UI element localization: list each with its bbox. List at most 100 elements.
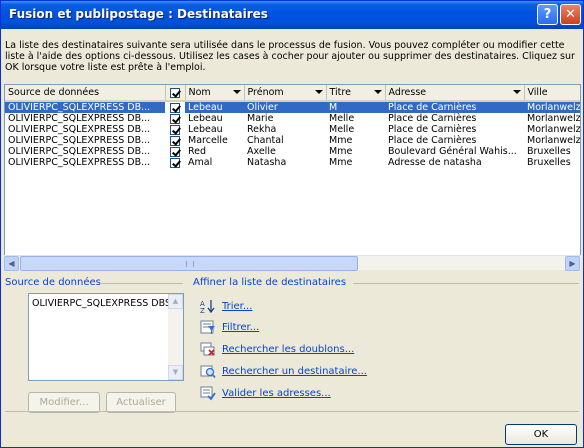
find-recipient-link[interactable]: Rechercher un destinataire... (200, 363, 367, 379)
scroll-down-button[interactable]: ▼ (168, 365, 183, 380)
scroll-right-button[interactable]: ▶ (565, 256, 580, 271)
filter-link[interactable]: Filtrer... (200, 319, 259, 335)
cell-titre: Melle (329, 113, 355, 124)
column-header-prenom[interactable]: Prénom (244, 85, 327, 102)
cell-include[interactable] (165, 124, 185, 135)
validate-addresses-link-label[interactable]: Valider les adresses... (222, 388, 331, 399)
cell-prenom: Rekha (247, 124, 277, 135)
cell-ville: Morlanwelz (527, 113, 581, 124)
cell-ville: Morlanwelz (527, 124, 581, 135)
divider (101, 283, 183, 284)
title-bar[interactable]: Fusion et publipostage : Destinataires ?… (1, 1, 583, 29)
cell-source: OLIVIERPC_SQLEXPRESS DB... (8, 113, 151, 124)
row-checkbox[interactable] (170, 135, 180, 146)
dialog-title: Fusion et publipostage : Destinataires (9, 7, 268, 21)
cell-prenom: Marie (247, 113, 274, 124)
cell-adresse: Place de Carnières (388, 124, 477, 135)
close-icon: ✕ (565, 7, 576, 22)
vertical-scrollbar[interactable]: ▲ ▼ (168, 294, 183, 380)
sort-az-icon: A Z (200, 300, 215, 314)
duplicates-icon (200, 342, 215, 356)
cell-nom: Lebeau (185, 101, 244, 113)
dialog-window: Fusion et publipostage : Destinataires ?… (0, 0, 584, 448)
scroll-left-button[interactable]: ◀ (4, 256, 19, 271)
row-checkbox[interactable] (170, 124, 180, 135)
row-checkbox[interactable] (170, 102, 180, 113)
datasource-list[interactable]: OLIVIERPC_SQLEXPRESS DBSCIENCE ▲ ▼ (28, 293, 184, 381)
table-row[interactable]: OLIVIERPC_SQLEXPRESS DB... Amal Natasha … (5, 157, 580, 168)
cell-include[interactable] (165, 146, 185, 157)
cell-include[interactable] (165, 101, 185, 113)
cell-titre: Mme (329, 146, 353, 157)
column-header-checkbox[interactable] (165, 85, 186, 102)
cell-source: OLIVIERPC_SQLEXPRESS DB... (8, 135, 151, 146)
cell-source: OLIVIERPC_SQLEXPRESS DB... (8, 124, 151, 135)
table-row[interactable]: OLIVIERPC_SQLEXPRESS DB... Lebeau Olivie… (5, 101, 580, 113)
find-duplicates-link[interactable]: Rechercher les doublons... (200, 341, 354, 357)
cell-include[interactable] (165, 135, 185, 146)
modify-button[interactable]: Modifier... (28, 392, 100, 413)
cell-nom: Marcelle (188, 135, 228, 146)
divider (5, 411, 579, 412)
select-all-checkbox[interactable] (170, 87, 180, 98)
sort-link[interactable]: A Z Trier... (200, 298, 252, 314)
validate-addresses-link[interactable]: Valider les adresses... (200, 385, 331, 401)
cell-adresse: Place de Carnières (385, 101, 524, 113)
column-header-source[interactable]: Source de données (5, 85, 166, 102)
filter-link-label[interactable]: Filtrer... (222, 322, 259, 333)
find-duplicates-link-label[interactable]: Rechercher les doublons... (222, 344, 354, 355)
table-row[interactable]: OLIVIERPC_SQLEXPRESS DB... Marcelle Chan… (5, 135, 580, 146)
cell-prenom: Chantal (247, 135, 284, 146)
sort-link-label[interactable]: Trier... (222, 301, 252, 312)
row-checkbox[interactable] (170, 157, 180, 168)
refine-section-label: Affiner la liste de destinataires (193, 277, 347, 288)
cell-titre: M (326, 101, 385, 113)
cell-prenom: Axelle (247, 146, 276, 157)
column-header-nom[interactable]: Nom (185, 85, 245, 102)
cell-nom: Lebeau (188, 124, 223, 135)
close-button[interactable]: ✕ (560, 4, 581, 25)
ok-button[interactable]: OK (505, 424, 577, 445)
cell-source: OLIVIERPC_SQLEXPRESS DB... (8, 157, 151, 168)
scroll-up-button[interactable]: ▲ (168, 294, 183, 309)
validate-addresses-icon (200, 386, 216, 401)
row-checkbox[interactable] (170, 146, 180, 157)
refresh-button[interactable]: Actualiser (106, 392, 176, 413)
table-row[interactable]: OLIVIERPC_SQLEXPRESS DB... Red Axelle Mm… (5, 146, 580, 157)
column-header-adresse[interactable]: Adresse (385, 85, 525, 102)
cell-source: OLIVIERPC_SQLEXPRESS DB... (8, 146, 151, 157)
cell-titre: Mme (329, 135, 353, 146)
table-row[interactable]: OLIVIERPC_SQLEXPRESS DB... Lebeau Marie … (5, 113, 581, 124)
column-header-ville[interactable]: Ville (524, 85, 580, 102)
chevron-up-icon: ▲ (172, 297, 179, 305)
cell-nom: Lebeau (188, 113, 223, 124)
chevron-down-icon: ▼ (172, 368, 179, 376)
cell-ville: Bruxelles (527, 146, 571, 157)
chevron-down-icon[interactable] (512, 90, 521, 94)
find-recipient-link-label[interactable]: Rechercher un destinataire... (222, 366, 367, 377)
chevron-down-icon[interactable] (232, 90, 241, 94)
chevron-right-icon: ▶ (569, 259, 576, 268)
scrollbar-thumb[interactable] (20, 256, 358, 271)
cell-source: OLIVIERPC_SQLEXPRESS DB... (5, 101, 165, 113)
help-icon: ? (543, 7, 552, 22)
row-checkbox[interactable] (170, 113, 180, 124)
cell-adresse: Place de Carnières (388, 135, 477, 146)
svg-text:Z: Z (200, 307, 205, 314)
cell-adresse: Boulevard Général Wahis... (388, 146, 517, 157)
chevron-down-icon[interactable] (314, 90, 323, 94)
chevron-left-icon: ◀ (8, 259, 15, 268)
list-item[interactable]: OLIVIERPC_SQLEXPRESS DBSCIENCE (32, 298, 168, 309)
horizontal-scrollbar[interactable]: ◀ ▶ (4, 255, 581, 271)
table-row[interactable]: OLIVIERPC_SQLEXPRESS DB... Lebeau Rekha … (5, 124, 581, 135)
column-header-titre[interactable]: Titre (326, 85, 386, 102)
chevron-down-icon[interactable] (373, 90, 382, 94)
recipients-grid[interactable]: Source de données Nom Prénom Titre Adres… (4, 84, 581, 270)
cell-adresse: Adresse de natasha (388, 157, 482, 168)
cell-include[interactable] (165, 157, 185, 168)
cell-nom: Red (188, 146, 207, 157)
divider (353, 283, 579, 284)
cell-prenom: Olivier (244, 101, 326, 113)
help-button[interactable]: ? (537, 4, 558, 25)
cell-include[interactable] (165, 113, 185, 124)
